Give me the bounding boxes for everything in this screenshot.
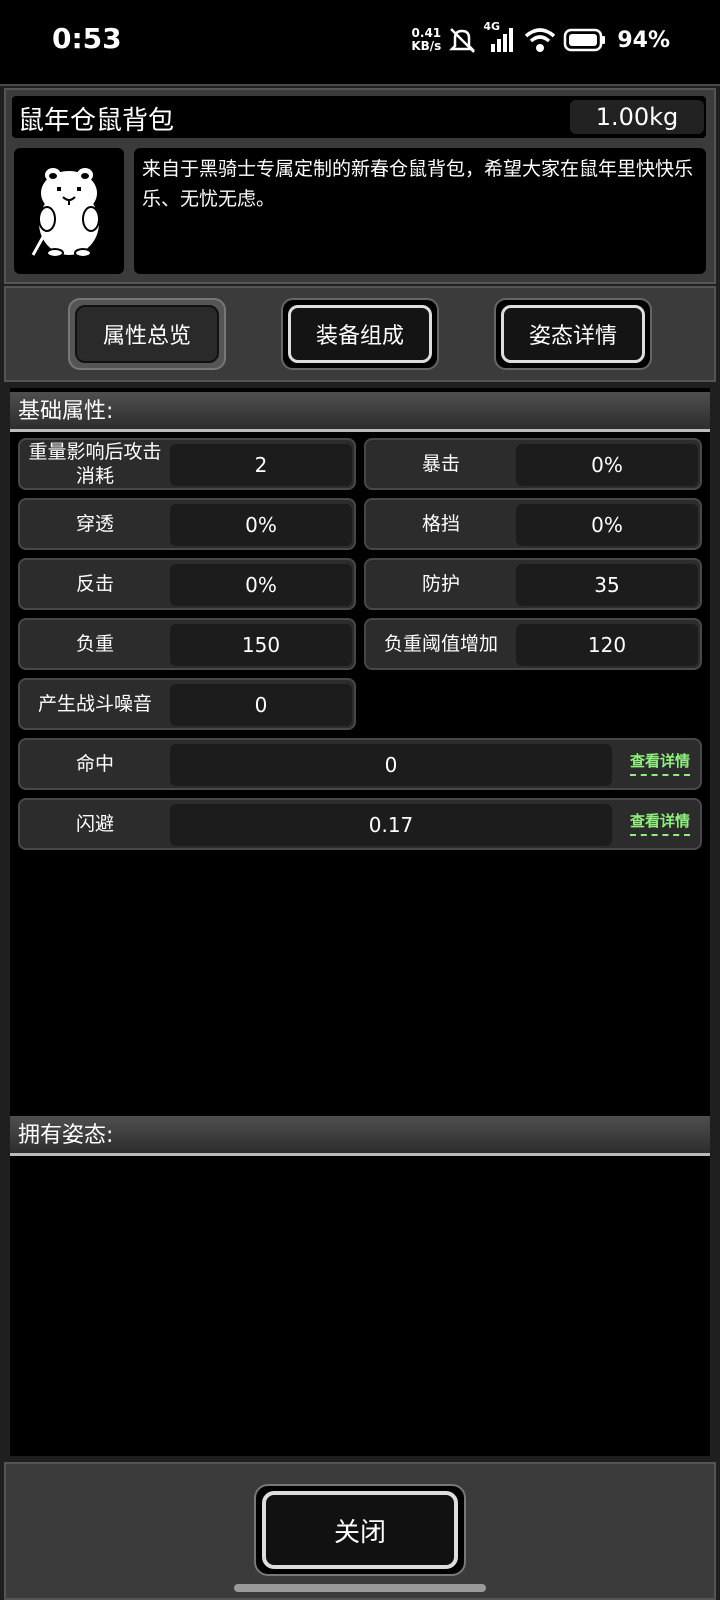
stat-row: 重量影响后攻击消耗 2 bbox=[18, 438, 356, 490]
hamster-icon bbox=[31, 168, 100, 258]
stat-value: 2 bbox=[170, 444, 352, 486]
stat-row: 暴击 0% bbox=[364, 438, 702, 490]
stat-value: 35 bbox=[516, 564, 698, 606]
tab-stance-details[interactable]: 姿态详情 bbox=[494, 298, 652, 370]
view-details-link[interactable]: 查看详情 bbox=[629, 810, 690, 836]
net-speed: 0.41 KB/s bbox=[411, 26, 442, 53]
item-icon-box bbox=[14, 148, 124, 274]
tab-attributes-overview[interactable]: 属性总览 bbox=[68, 298, 226, 370]
tab-label: 姿态详情 bbox=[501, 305, 645, 363]
section-title-stances: 拥有姿态: bbox=[10, 1116, 710, 1156]
tab-label: 装备组成 bbox=[288, 305, 432, 363]
stat-row: 负重阈值增加 120 bbox=[364, 618, 702, 670]
cellular-signal-icon: 4G bbox=[483, 20, 517, 54]
stat-label: 暴击 bbox=[421, 453, 460, 475]
stat-value: 0.17 bbox=[170, 804, 612, 846]
status-bar: 0:53 0.41 KB/s 4G 94% bbox=[0, 0, 720, 84]
battery-icon bbox=[564, 28, 606, 52]
stat-row: 穿透 0% bbox=[18, 498, 356, 550]
battery-percent: 94% bbox=[617, 27, 670, 53]
stat-label: 格挡 bbox=[421, 513, 460, 535]
close-button[interactable]: 关闭 bbox=[254, 1484, 466, 1576]
close-button-label: 关闭 bbox=[262, 1491, 458, 1569]
stat-label: 穿透 bbox=[75, 513, 114, 535]
stat-label: 产生战斗噪音 bbox=[37, 693, 152, 715]
stat-value: 0% bbox=[170, 504, 352, 546]
stat-row: 防护 35 bbox=[364, 558, 702, 610]
tab-equipment-composition[interactable]: 装备组成 bbox=[281, 298, 439, 370]
stat-row: 负重 150 bbox=[18, 618, 356, 670]
stat-row: 产生战斗噪音 0 bbox=[18, 678, 356, 730]
item-name: 鼠年仓鼠背包 bbox=[18, 106, 175, 136]
home-indicator[interactable] bbox=[234, 1584, 486, 1592]
mute-bell-icon bbox=[449, 28, 476, 53]
tab-label: 属性总览 bbox=[75, 305, 219, 363]
status-time: 0:53 bbox=[52, 22, 122, 55]
stat-value: 0% bbox=[516, 444, 698, 486]
stat-label: 闪避 bbox=[75, 813, 114, 835]
stat-label: 反击 bbox=[75, 573, 114, 595]
stat-row-hit: 命中 0 查看详情 bbox=[18, 738, 702, 790]
stat-value: 0 bbox=[170, 684, 352, 726]
stat-value: 120 bbox=[516, 624, 698, 666]
stat-label: 负重 bbox=[75, 633, 114, 655]
stat-row: 格挡 0% bbox=[364, 498, 702, 550]
stat-value: 150 bbox=[170, 624, 352, 666]
stat-value: 0 bbox=[170, 744, 612, 786]
stat-row-dodge: 闪避 0.17 查看详情 bbox=[18, 798, 702, 850]
view-details-link[interactable]: 查看详情 bbox=[629, 750, 690, 776]
item-weight: 1.00kg bbox=[570, 100, 704, 134]
stat-label: 命中 bbox=[75, 753, 114, 775]
item-description: 来自于黑骑士专属定制的新春仓鼠背包，希望大家在鼠年里快快乐乐、无忧无虑。 bbox=[134, 148, 706, 274]
stat-label: 负重阈值增加 bbox=[383, 633, 498, 655]
wifi-icon bbox=[525, 28, 556, 52]
stat-label: 防护 bbox=[421, 573, 460, 595]
stat-value: 0% bbox=[516, 504, 698, 546]
stat-value: 0% bbox=[170, 564, 352, 606]
section-title-base-attributes: 基础属性: bbox=[10, 392, 710, 432]
status-icons: 0.41 KB/s 4G 94% bbox=[411, 20, 670, 60]
stat-row: 反击 0% bbox=[18, 558, 356, 610]
stat-label: 重量影响后攻击消耗 bbox=[28, 441, 162, 487]
